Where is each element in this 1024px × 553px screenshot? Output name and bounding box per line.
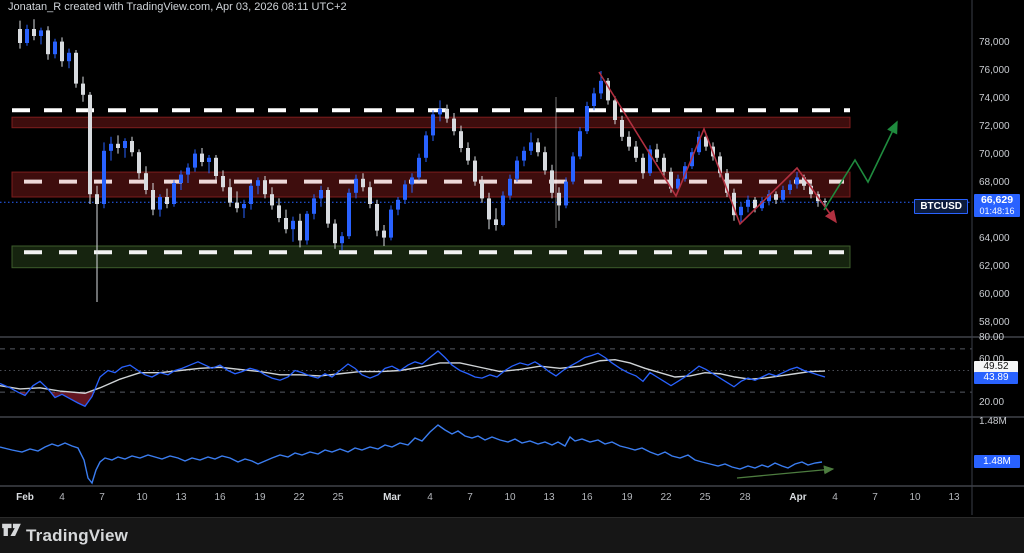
last-price-badge: 66,629 01:48:16 bbox=[974, 194, 1020, 217]
symbol-price-line-label: BTCUSD bbox=[914, 199, 968, 214]
bar-close-countdown: 01:48:16 bbox=[974, 206, 1020, 216]
tradingview-chart-window: Jonatan_R created with TradingView.com, … bbox=[0, 0, 1024, 553]
time-axis[interactable] bbox=[0, 486, 972, 515]
rsi-axis-tick: 20.00 bbox=[979, 397, 1004, 408]
tradingview-logo[interactable]: TradingView bbox=[26, 526, 128, 546]
rsi-pane bbox=[0, 349, 972, 406]
tradingview-logo-icon bbox=[0, 518, 23, 541]
tradingview-logo-text: TradingView bbox=[26, 526, 128, 546]
last-price-value: 66,629 bbox=[974, 195, 1020, 206]
price-axis[interactable] bbox=[972, 15, 1024, 337]
volume-value-badge: 1.48M bbox=[974, 455, 1020, 468]
volume-axis-tick: 1.48M bbox=[979, 416, 1007, 427]
supply-demand-zones[interactable] bbox=[12, 117, 850, 268]
volume-pane bbox=[0, 425, 833, 483]
bottom-toolbar: TradingView bbox=[0, 518, 1024, 553]
rsi-value-badge: 43.89 bbox=[974, 372, 1018, 384]
chart-canvas[interactable] bbox=[0, 0, 1024, 553]
